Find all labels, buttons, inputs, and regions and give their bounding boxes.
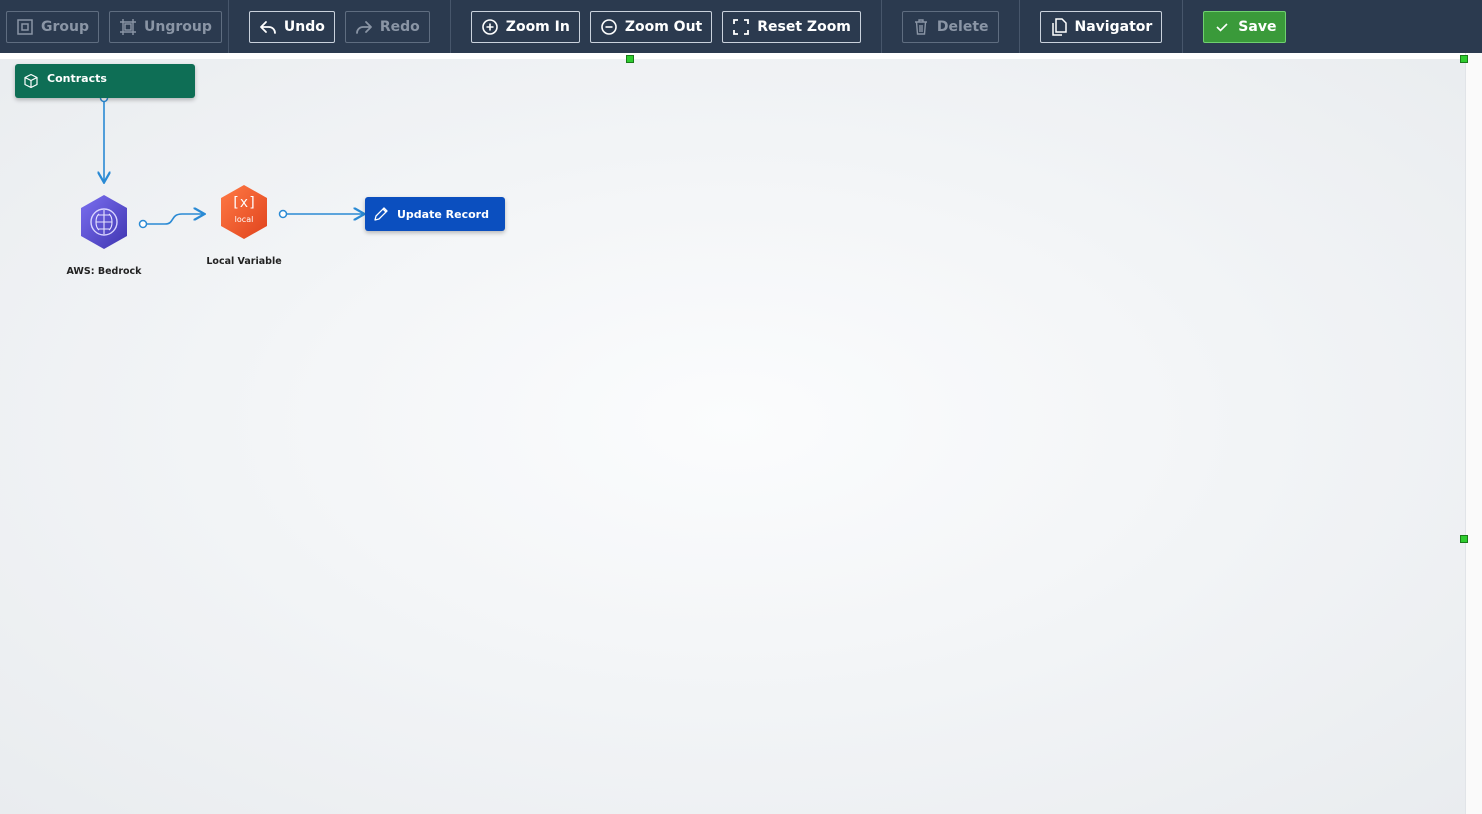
connector-bedrock-localvar[interactable] <box>138 214 204 229</box>
node-contracts[interactable]: Contracts <box>15 64 195 98</box>
connector-localvar-update[interactable] <box>278 211 364 218</box>
variable-hexagon <box>221 185 267 239</box>
variable-icon-subtext: local <box>234 215 254 224</box>
pencil-icon <box>374 207 388 221</box>
connector-contracts-bedrock[interactable] <box>101 93 108 182</box>
node-contracts-label: Contracts <box>47 71 107 85</box>
node-local-variable-label: Local Variable <box>206 256 282 267</box>
node-bedrock[interactable] <box>78 193 130 251</box>
brain-icon <box>81 195 127 249</box>
connectors <box>0 93 1482 229</box>
node-update-record[interactable]: Update Record <box>365 197 505 231</box>
node-update-record-label: Update Record <box>397 207 489 221</box>
node-bedrock-label: AWS: Bedrock <box>66 266 142 277</box>
cube-icon <box>24 73 38 89</box>
node-local-variable[interactable]: [x] local <box>218 183 270 241</box>
variable-icon: [x] <box>231 195 257 211</box>
